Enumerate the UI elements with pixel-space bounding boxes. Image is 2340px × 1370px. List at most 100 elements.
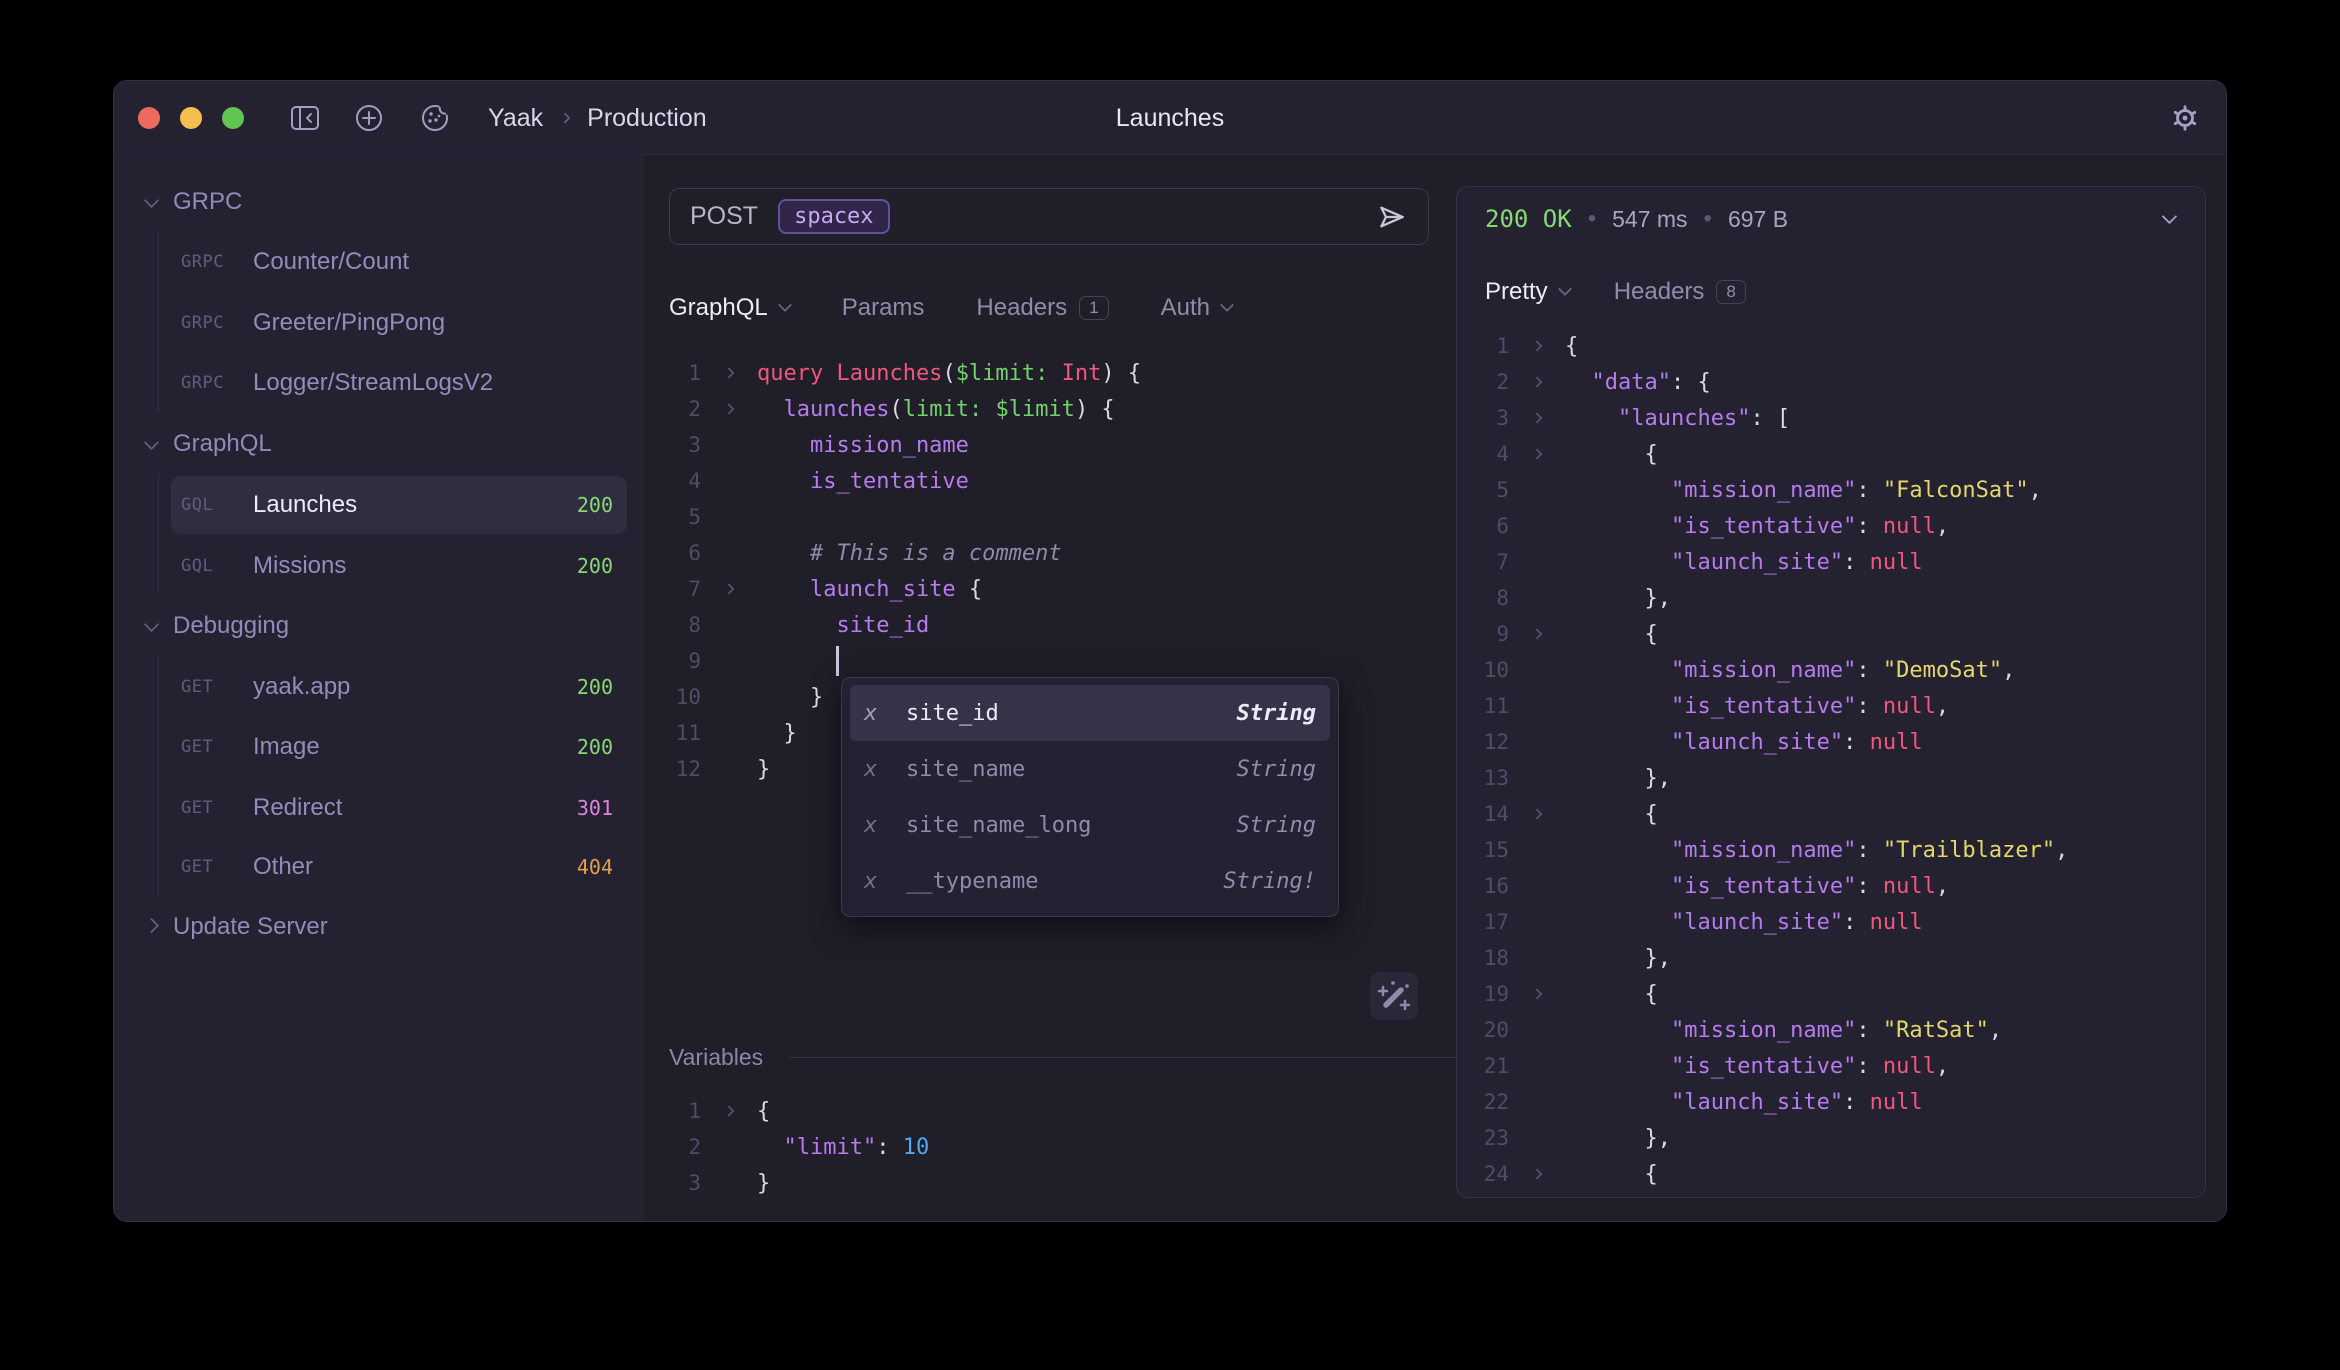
code-line: 7 "launch_site": null [1457, 544, 2197, 580]
chevron-down-icon [144, 616, 160, 632]
workspace-name[interactable]: Yaak [488, 104, 543, 133]
code-line: 10 "mission_name": "DemoSat", [1457, 652, 2197, 688]
settings-gear-icon[interactable] [2170, 103, 2200, 133]
magic-wand-icon [1372, 974, 1416, 1018]
chevron-down-icon [144, 192, 160, 208]
code-line: 6 "is_tentative": null, [1457, 508, 2197, 544]
sidebar-group-graphql[interactable]: GraphQL [138, 415, 627, 473]
sidebar-item-other[interactable]: GET Other 404 [171, 838, 627, 896]
response-time: 547 ms [1612, 206, 1687, 233]
autocomplete-item-site-name[interactable]: x site_name String [850, 741, 1330, 797]
request-name: yaak.app [253, 673, 350, 701]
code-line: 11 "is_tentative": null, [1457, 688, 2197, 724]
sidebar-item-counter-count[interactable]: GRPC Counter/Count [171, 233, 627, 291]
toggle-sidebar-icon[interactable] [290, 103, 320, 133]
code-line: 17 "launch_site": null [1457, 904, 2197, 940]
fold-chevron-icon[interactable] [723, 367, 734, 378]
sidebar-group-debugging[interactable]: Debugging [138, 597, 627, 655]
method-tag: GET [181, 857, 239, 877]
sidebar-item-logger-streamlogsv2[interactable]: GRPC Logger/StreamLogsV2 [171, 354, 627, 412]
request-method[interactable]: POST [690, 202, 758, 231]
status-badge: 404 [577, 855, 613, 879]
url-bar[interactable]: POST spacex [669, 188, 1429, 245]
sidebar-item-redirect[interactable]: GET Redirect 301 [171, 779, 627, 837]
sidebar-item-missions[interactable]: GQL Missions 200 [171, 537, 627, 595]
request-name: Greeter/PingPong [253, 309, 445, 337]
autocomplete-item-site-id[interactable]: x site_id String [850, 685, 1330, 741]
indent-guide [158, 656, 159, 896]
method-tag: GET [181, 677, 239, 697]
code-line: 16 "is_tentative": null, [1457, 868, 2197, 904]
new-request-icon[interactable] [354, 103, 384, 133]
url-template-pill[interactable]: spacex [778, 199, 889, 234]
close-window-button[interactable] [138, 107, 160, 129]
breadcrumb[interactable]: Yaak Production [488, 81, 707, 155]
code-line: 19 { [1457, 976, 2197, 1012]
code-line: 18 }, [1457, 940, 2197, 976]
fold-chevron-icon[interactable] [1531, 376, 1542, 387]
status-badge: 200 [577, 675, 613, 699]
code-line: 8 site_id [659, 607, 1439, 643]
fold-chevron-icon[interactable] [1531, 412, 1542, 423]
code-line: 24 { [1457, 1156, 2197, 1192]
cookie-icon[interactable] [420, 103, 450, 133]
fold-chevron-icon[interactable] [1531, 808, 1542, 819]
main-pane: POST spacex GraphQL Params Headers 1 Aut… [643, 155, 2226, 1221]
tab-params[interactable]: Params [842, 294, 925, 322]
fold-chevron-icon[interactable] [1531, 1168, 1542, 1179]
code-line: 15 "mission_name": "Trailblazer", [1457, 832, 2197, 868]
fold-chevron-icon[interactable] [723, 1105, 734, 1116]
fold-chevron-icon[interactable] [1531, 448, 1542, 459]
minimize-window-button[interactable] [180, 107, 202, 129]
zoom-window-button[interactable] [222, 107, 244, 129]
format-query-button[interactable] [1370, 972, 1418, 1020]
sidebar-group-grpc[interactable]: GRPC [138, 173, 627, 231]
sidebar-item-image[interactable]: GET Image 200 [171, 718, 627, 776]
collapse-response-icon[interactable] [2162, 209, 2178, 225]
tab-auth[interactable]: Auth [1161, 294, 1232, 322]
method-tag: GQL [181, 556, 239, 576]
status-badge: 200 [577, 735, 613, 759]
sidebar-group-update-server[interactable]: Update Server [138, 898, 627, 956]
fold-chevron-icon[interactable] [723, 583, 734, 594]
method-tag: GRPC [181, 373, 239, 393]
fold-chevron-icon[interactable] [1531, 628, 1542, 639]
group-label: Update Server [173, 913, 328, 941]
tab-pretty[interactable]: Pretty [1485, 278, 1570, 306]
code-line: 9 { [1457, 616, 2197, 652]
fold-chevron-icon[interactable] [1531, 988, 1542, 999]
fold-chevron-icon[interactable] [1531, 340, 1542, 351]
code-line: 5 "mission_name": "FalconSat", [1457, 472, 2197, 508]
code-line: 20 "mission_name": "RatSat", [1457, 1012, 2197, 1048]
variables-editor[interactable]: 1{2 "limit": 103} [659, 1093, 1439, 1201]
request-name: Missions [253, 552, 346, 580]
code-line: 5 [659, 499, 1439, 535]
environment-name[interactable]: Production [587, 104, 707, 133]
tab-response-headers[interactable]: Headers 8 [1614, 278, 1746, 306]
code-line: 21 "is_tentative": null, [1457, 1048, 2197, 1084]
autocomplete-item-site-name-long[interactable]: x site_name_long String [850, 797, 1330, 853]
send-request-button[interactable] [1376, 201, 1408, 233]
code-line: 2 launches(limit: $limit) { [659, 391, 1439, 427]
titlebar: Yaak Production Launches [114, 81, 2226, 155]
request-name: Counter/Count [253, 248, 409, 276]
fold-chevron-icon[interactable] [723, 403, 734, 414]
chevron-down-icon [1558, 282, 1572, 296]
sidebar-item-yaak-app[interactable]: GET yaak.app 200 [171, 658, 627, 716]
sidebar-item-greeter-pingpong[interactable]: GRPC Greeter/PingPong [171, 294, 627, 352]
tab-graphql[interactable]: GraphQL [669, 294, 790, 322]
app-window: Yaak Production Launches GRPC GRPC Count… [113, 80, 2227, 1222]
request-name: Image [253, 733, 320, 761]
send-icon [1376, 201, 1408, 233]
tab-headers[interactable]: Headers 1 [976, 294, 1108, 322]
code-line: 6 # This is a comment [659, 535, 1439, 571]
sidebar-item-launches[interactable]: GQL Launches 200 [171, 476, 627, 534]
breadcrumb-chevron-icon [559, 112, 570, 123]
code-line: 4 { [1457, 436, 2197, 472]
group-label: GRPC [173, 188, 242, 216]
method-tag: GQL [181, 495, 239, 515]
autocomplete-item-typename[interactable]: x __typename String! [850, 853, 1330, 909]
code-line: 1query Launches($limit: Int) { [659, 355, 1439, 391]
chevron-down-icon [1220, 298, 1234, 312]
response-body-viewer[interactable]: 1{2 "data": {3 "launches": [4 {5 "missio… [1457, 328, 2197, 1192]
